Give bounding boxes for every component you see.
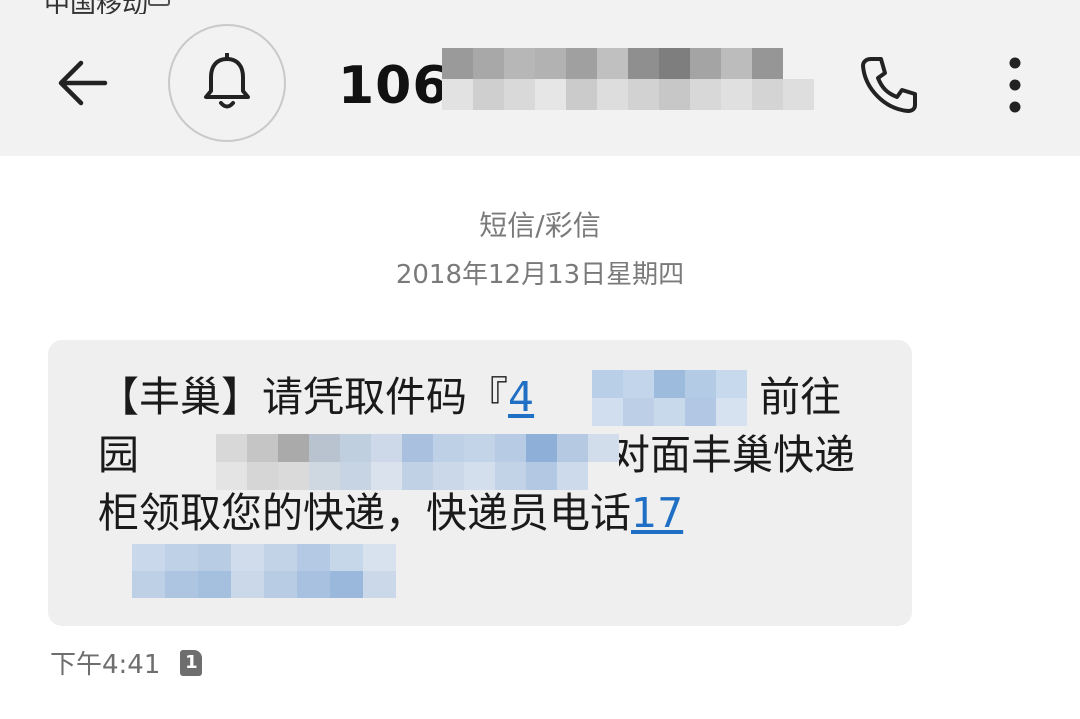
back-button[interactable] — [48, 48, 118, 118]
sim-card-icon: 1 — [180, 649, 203, 676]
thread-date: 2018年12月13日星期四 — [395, 260, 685, 290]
redacted-code-mosaic — [592, 370, 747, 426]
bell-icon — [204, 53, 250, 109]
more-options-button[interactable] — [990, 46, 1040, 124]
message-meta: 下午4:41 1 — [50, 644, 203, 681]
redacted-contact-mosaic — [442, 48, 814, 110]
message-type-label: 短信/彩信 — [479, 209, 601, 242]
notification-button[interactable] — [168, 24, 286, 142]
phone-icon — [861, 57, 917, 113]
arrow-left-icon — [58, 60, 108, 106]
status-bar: 中国移动 — [0, 0, 1080, 14]
carrier-label: 中国移动 — [44, 0, 148, 14]
more-vertical-icon — [1009, 57, 1021, 113]
message-text: 【丰巢】请凭取件码『 — [98, 373, 508, 421]
call-button[interactable] — [850, 46, 928, 124]
message-time: 下午4:41 — [50, 650, 161, 680]
status-icon — [148, 0, 170, 6]
redacted-address-mosaic — [216, 434, 619, 490]
courier-phone-link[interactable]: 17 — [631, 489, 683, 537]
redacted-phone-mosaic — [132, 544, 396, 598]
